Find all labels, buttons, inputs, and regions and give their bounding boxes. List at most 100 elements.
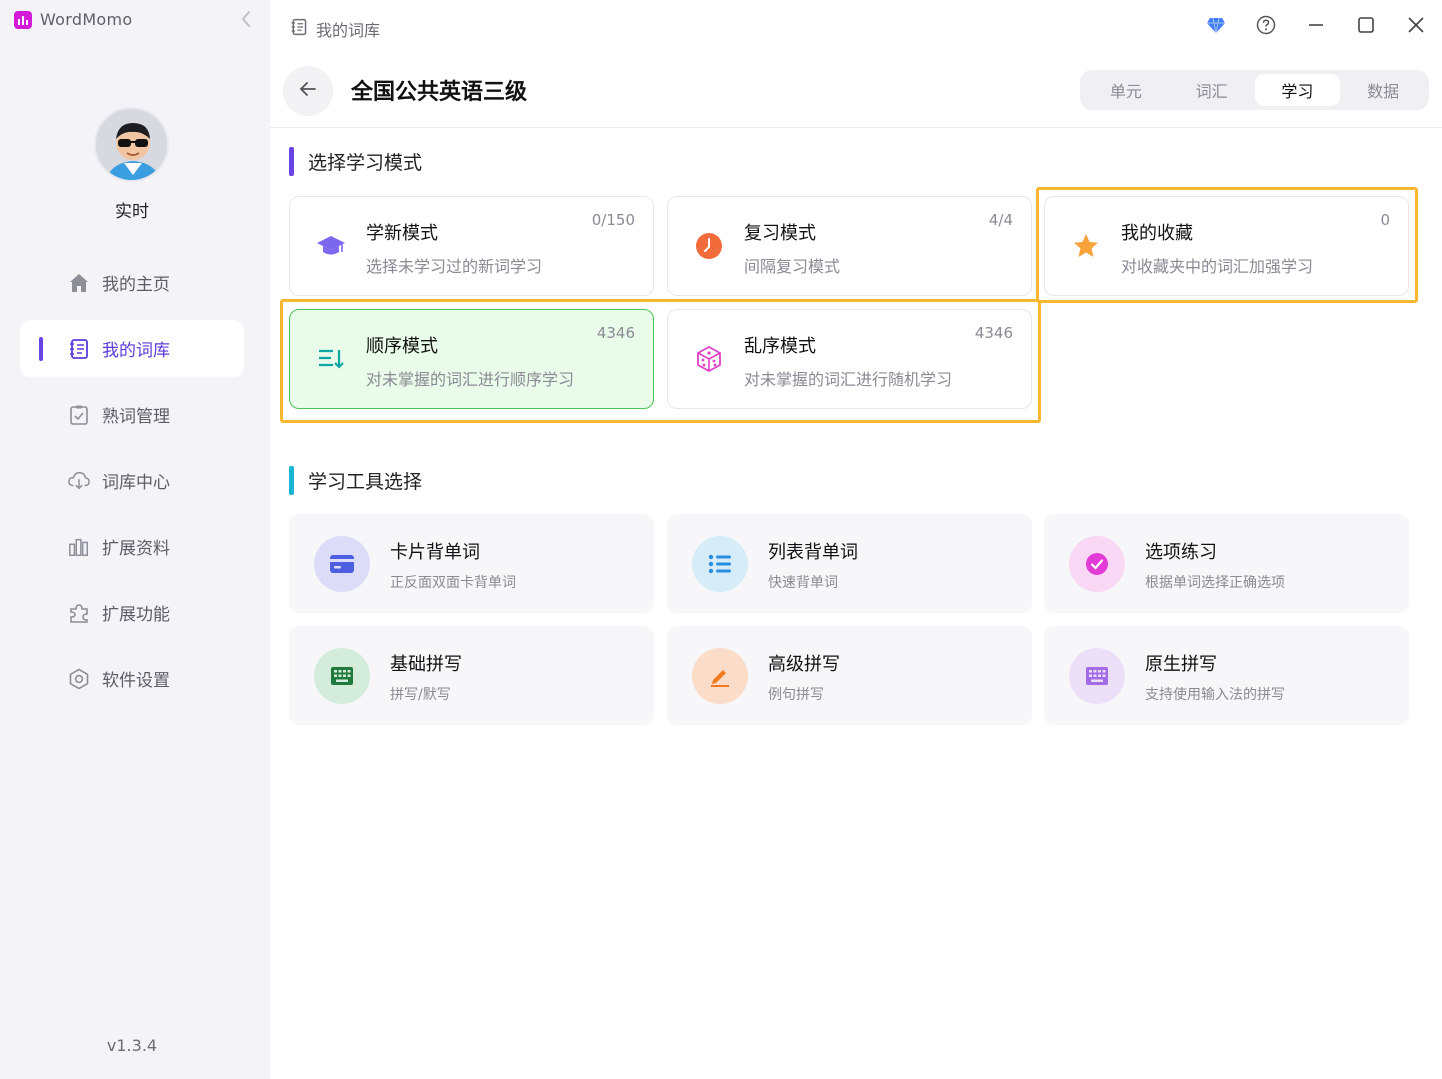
tab-data[interactable]: 数据 — [1340, 74, 1426, 106]
sidebar-item-settings[interactable]: 软件设置 — [20, 650, 244, 707]
tool-desc: 拼写/默写 — [390, 687, 451, 703]
mode-count: 4346 — [596, 324, 635, 342]
tool-title: 高级拼写 — [768, 654, 840, 675]
dice-icon — [694, 344, 724, 374]
mode-title: 顺序模式 — [366, 336, 438, 357]
sidebar-item-my-library[interactable]: 我的词库 — [20, 320, 244, 377]
hex-gear-icon — [68, 668, 90, 690]
tool-card-choice-practice[interactable]: 选项练习 根据单词选择正确选项 — [1044, 514, 1409, 613]
avatar[interactable] — [94, 107, 169, 182]
list-icon — [692, 535, 748, 592]
window-controls — [1202, 12, 1430, 38]
sidebar-item-home[interactable]: 我的主页 — [20, 254, 244, 311]
tool-desc: 快速背单词 — [768, 575, 838, 591]
tool-card-native-spelling[interactable]: 原生拼写 支持使用输入法的拼写 — [1044, 626, 1409, 725]
sidebar-item-extended-materials[interactable]: 扩展资料 — [20, 518, 244, 575]
mode-count: 4/4 — [988, 211, 1013, 229]
mode-section-title: 选择学习模式 — [289, 147, 422, 176]
card-icon — [314, 535, 370, 592]
keyboard-alt-icon — [1069, 647, 1125, 704]
mode-card-learn-new[interactable]: 学新模式 选择未学习过的新词学习 0/150 — [289, 196, 654, 296]
close-icon[interactable] — [1402, 12, 1430, 38]
minimize-icon[interactable] — [1302, 12, 1330, 38]
clipboard-check-icon — [68, 404, 90, 426]
tab-vocabulary[interactable]: 词汇 — [1169, 74, 1255, 106]
tool-desc: 例句拼写 — [768, 687, 824, 703]
clock-icon — [694, 231, 724, 261]
mode-desc: 对未掌握的词汇进行随机学习 — [744, 370, 953, 389]
tool-card-list[interactable]: 列表背单词 快速背单词 — [667, 514, 1032, 613]
mode-desc: 对收藏夹中的词汇加强学习 — [1121, 257, 1314, 276]
sidebar-item-label: 扩展功能 — [102, 605, 170, 625]
cloud-download-icon — [68, 470, 90, 492]
section-title-text: 选择学习模式 — [308, 152, 423, 174]
home-icon — [68, 272, 90, 294]
mode-title: 复习模式 — [744, 223, 816, 244]
header-divider — [270, 127, 1442, 128]
mode-count: 0 — [1380, 211, 1390, 229]
tab-study[interactable]: 学习 — [1254, 74, 1341, 106]
help-icon[interactable] — [1252, 12, 1280, 38]
tool-card-basic-spelling[interactable]: 基础拼写 拼写/默写 — [289, 626, 654, 725]
sidebar-nav: 我的主页 我的词库 熟词管理 词库中心 扩展资料 扩展功能 软件设置 — [20, 254, 244, 716]
sidebar-item-label: 熟词管理 — [102, 407, 170, 427]
sidebar: WordMomo 实时 我的主页 我的词库 熟词管理 词库中心 扩展资料 扩展功… — [0, 0, 270, 1079]
tab-unit[interactable]: 单元 — [1083, 74, 1169, 106]
brand: WordMomo — [14, 10, 133, 29]
username: 实时 — [115, 202, 149, 222]
mode-card-favorites[interactable]: 我的收藏 对收藏夹中的词汇加强学习 0 — [1044, 196, 1409, 296]
page-title: 全国公共英语三级 — [351, 80, 528, 105]
mode-card-random[interactable]: 乱序模式 对未掌握的词汇进行随机学习 4346 — [667, 309, 1032, 409]
sort-list-icon — [316, 344, 346, 374]
view-tabs: 单元 词汇 学习 数据 — [1080, 70, 1429, 110]
sidebar-item-library-center[interactable]: 词库中心 — [20, 452, 244, 509]
book-icon — [68, 338, 90, 360]
back-button[interactable] — [283, 66, 333, 116]
sidebar-item-label: 扩展资料 — [102, 539, 170, 559]
tool-card-flashcards[interactable]: 卡片背单词 正反面双面卡背单词 — [289, 514, 654, 613]
tool-title: 列表背单词 — [768, 542, 858, 563]
pencil-icon — [692, 647, 748, 704]
star-icon — [1071, 231, 1101, 261]
tool-title: 选项练习 — [1145, 542, 1217, 563]
tool-title: 卡片背单词 — [390, 542, 480, 563]
mode-desc: 间隔复习模式 — [744, 257, 841, 276]
mode-title: 我的收藏 — [1121, 223, 1193, 244]
keyboard-icon — [314, 647, 370, 704]
sidebar-item-extended-features[interactable]: 扩展功能 — [20, 584, 244, 641]
mode-count: 4346 — [974, 324, 1013, 342]
tool-desc: 正反面双面卡背单词 — [390, 575, 516, 591]
section-title-text: 学习工具选择 — [308, 471, 423, 493]
collapse-sidebar-icon[interactable] — [240, 10, 252, 33]
graduation-cap-icon — [316, 231, 346, 261]
breadcrumb-label: 我的词库 — [316, 21, 381, 40]
books-icon — [68, 536, 90, 558]
mode-desc: 选择未学习过的新词学习 — [366, 257, 543, 276]
section-accent-bar — [289, 466, 294, 495]
puzzle-icon — [68, 602, 90, 624]
breadcrumb: 我的词库 — [290, 17, 380, 41]
check-circle-icon — [1069, 535, 1125, 592]
sidebar-item-known-words[interactable]: 熟词管理 — [20, 386, 244, 443]
sidebar-item-label: 软件设置 — [102, 671, 170, 691]
mode-card-review[interactable]: 复习模式 间隔复习模式 4/4 — [667, 196, 1032, 296]
section-accent-bar — [289, 147, 294, 176]
tool-title: 基础拼写 — [390, 654, 462, 675]
app-version: v1.3.4 — [106, 1036, 158, 1055]
arrow-left-icon — [298, 79, 318, 103]
sidebar-item-label: 词库中心 — [102, 473, 170, 493]
sidebar-item-label: 我的主页 — [102, 275, 170, 295]
app-logo-icon — [14, 10, 32, 29]
vip-diamond-icon[interactable] — [1202, 12, 1230, 38]
tool-card-advanced-spelling[interactable]: 高级拼写 例句拼写 — [667, 626, 1032, 725]
tool-desc: 根据单词选择正确选项 — [1145, 575, 1285, 591]
mode-count: 0/150 — [591, 211, 635, 229]
maximize-icon[interactable] — [1352, 12, 1380, 38]
book-icon — [290, 18, 308, 40]
sidebar-item-label: 我的词库 — [102, 341, 170, 361]
app-name: WordMomo — [40, 10, 133, 29]
mode-card-sequential[interactable]: 顺序模式 对未掌握的词汇进行顺序学习 4346 — [289, 309, 654, 409]
tool-desc: 支持使用输入法的拼写 — [1145, 687, 1285, 703]
mode-title: 乱序模式 — [744, 336, 816, 357]
mode-title: 学新模式 — [366, 223, 438, 244]
